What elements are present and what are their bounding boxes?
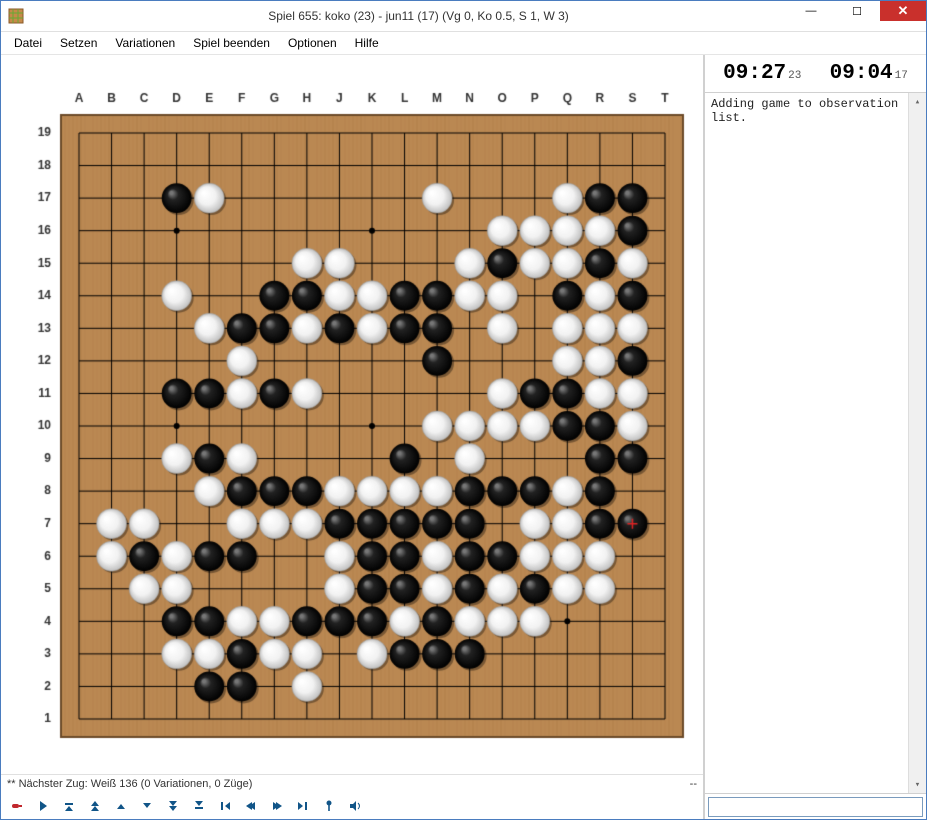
down-fast-icon[interactable] [165,798,181,814]
menu-variationen[interactable]: Variationen [106,33,184,53]
back-icon[interactable] [113,798,129,814]
menu-optionen[interactable]: Optionen [279,33,346,53]
scrollbar[interactable]: ▴ ▾ [908,93,926,793]
scroll-up-icon[interactable]: ▴ [909,93,926,110]
status-next-move: ** Nächster Zug: Weiß 136 (0 Variationen… [7,778,252,790]
record-icon[interactable] [9,798,25,814]
menu-spiel-beenden[interactable]: Spiel beenden [184,33,279,53]
log-panel: Adding game to observation list. ▴ ▾ [705,93,926,793]
sound-icon[interactable] [347,798,363,814]
maximize-button[interactable]: ☐ [834,1,880,21]
down-icon[interactable] [139,798,155,814]
app-icon [8,8,24,24]
nav-last-icon[interactable] [295,798,311,814]
nav-next-icon[interactable] [269,798,285,814]
play-icon[interactable] [35,798,51,814]
first-icon[interactable] [61,798,77,814]
clock-black: 09:2723 [723,62,801,85]
menubar: DateiSetzenVariationenSpiel beendenOptio… [1,32,926,55]
pin-icon[interactable] [321,798,337,814]
menu-datei[interactable]: Datei [5,33,51,53]
nav-prev-icon[interactable] [243,798,259,814]
go-board[interactable] [1,55,703,761]
clock-white: 09:0417 [830,62,908,85]
back-fast-icon[interactable] [87,798,103,814]
close-button[interactable]: ✕ [880,1,926,21]
minimize-button[interactable]: — [788,1,834,21]
menu-setzen[interactable]: Setzen [51,33,106,53]
scroll-down-icon[interactable]: ▾ [909,776,926,793]
down-all-icon[interactable] [191,798,207,814]
status-right: -- [690,778,697,790]
nav-first-icon[interactable] [217,798,233,814]
chat-input[interactable] [708,797,923,817]
menu-hilfe[interactable]: Hilfe [346,33,388,53]
